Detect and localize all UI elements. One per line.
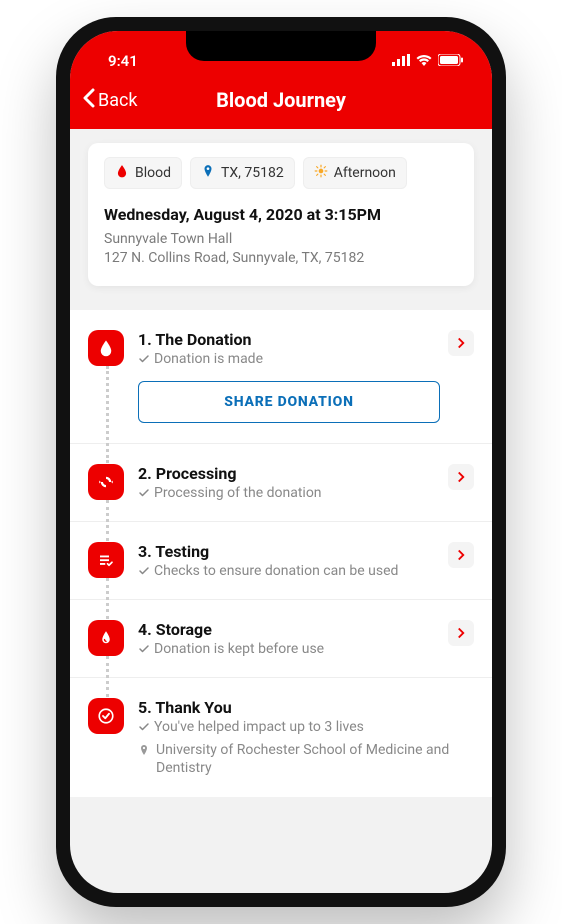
chip-location-label: TX, 75182 [221, 165, 284, 181]
expand-step-button[interactable] [448, 464, 474, 490]
step-title: 5. Thank You [138, 698, 474, 717]
step-body: 5. Thank You You've helped impact up to … [124, 698, 474, 777]
check-icon [138, 643, 150, 655]
appointment-address: 127 N. Collins Road, Sunnyvale, TX, 7518… [104, 249, 458, 268]
appointment-card: Blood TX, 75182 Afternoon [88, 143, 474, 286]
step-location: University of Rochester School of Medici… [138, 741, 474, 777]
chevron-right-icon [457, 337, 465, 349]
timeline-connector [106, 500, 109, 541]
step-title: 2. Processing [138, 464, 440, 483]
back-button[interactable]: Back [82, 88, 138, 113]
step-storage: 4. Storage Donation is kept before use [70, 600, 492, 678]
chip-time[interactable]: Afternoon [303, 157, 407, 189]
step-processing: 2. Processing Processing of the donation [70, 444, 492, 522]
check-icon [138, 353, 150, 365]
chip-blood[interactable]: Blood [104, 157, 182, 189]
storage-icon [88, 620, 124, 656]
signal-icon [392, 52, 410, 70]
step-title: 4. Storage [138, 620, 440, 639]
chevron-right-icon [457, 549, 465, 561]
chip-location[interactable]: TX, 75182 [190, 157, 295, 189]
back-label: Back [98, 90, 138, 111]
step-donation: 1. The Donation Donation is made SHARE D… [70, 310, 492, 444]
step-title: 1. The Donation [138, 330, 440, 349]
chevron-right-icon [457, 471, 465, 483]
status-time: 9:41 [98, 52, 138, 70]
chip-blood-label: Blood [135, 165, 171, 181]
step-subtitle: Processing of the donation [138, 485, 440, 501]
step-body: 1. The Donation Donation is made SHARE D… [124, 330, 440, 423]
step-body: 3. Testing Checks to ensure donation can… [124, 542, 440, 579]
expand-step-button[interactable] [448, 542, 474, 568]
app-screen: 9:41 [70, 31, 492, 893]
check-icon [138, 721, 150, 733]
timeline-connector [106, 656, 109, 697]
check-icon [138, 565, 150, 577]
expand-step-button[interactable] [448, 330, 474, 356]
step-subtitle: Donation is made [138, 351, 440, 367]
step-testing: 3. Testing Checks to ensure donation can… [70, 522, 492, 600]
step-subtitle: You've helped impact up to 3 lives [138, 719, 474, 735]
wifi-icon [416, 52, 432, 70]
appointment-venue: Sunnyvale Town Hall [104, 230, 458, 249]
chevron-left-icon [82, 88, 96, 113]
processing-icon [88, 464, 124, 500]
phone-bezel: 9:41 [70, 31, 492, 893]
timeline-connector [106, 578, 109, 619]
step-subtitle: Checks to ensure donation can be used [138, 563, 440, 579]
donation-icon [88, 330, 124, 366]
expand-step-button[interactable] [448, 620, 474, 646]
pin-icon [138, 743, 150, 757]
blood-drop-icon [115, 164, 129, 182]
battery-icon [438, 52, 464, 70]
step-body: 2. Processing Processing of the donation [124, 464, 440, 501]
nav-bar: Back Blood Journey [70, 77, 492, 129]
journey-timeline: 1. The Donation Donation is made SHARE D… [70, 310, 492, 797]
phone-frame: 9:41 [56, 17, 506, 907]
step-title: 3. Testing [138, 542, 440, 561]
chip-time-label: Afternoon [334, 165, 396, 181]
phone-notch [186, 31, 376, 61]
thankyou-icon [88, 698, 124, 734]
step-thankyou: 5. Thank You You've helped impact up to … [70, 678, 492, 797]
chip-row: Blood TX, 75182 Afternoon [104, 157, 458, 189]
sun-icon [314, 164, 328, 182]
chevron-right-icon [457, 627, 465, 639]
step-body: 4. Storage Donation is kept before use [124, 620, 440, 657]
timeline-connector [106, 366, 109, 463]
pin-icon [201, 164, 215, 182]
status-indicators [392, 52, 464, 70]
step-subtitle: Donation is kept before use [138, 641, 440, 657]
testing-icon [88, 542, 124, 578]
check-icon [138, 487, 150, 499]
share-donation-button[interactable]: SHARE DONATION [138, 381, 440, 423]
appointment-datetime: Wednesday, August 4, 2020 at 3:15PM [104, 205, 458, 224]
